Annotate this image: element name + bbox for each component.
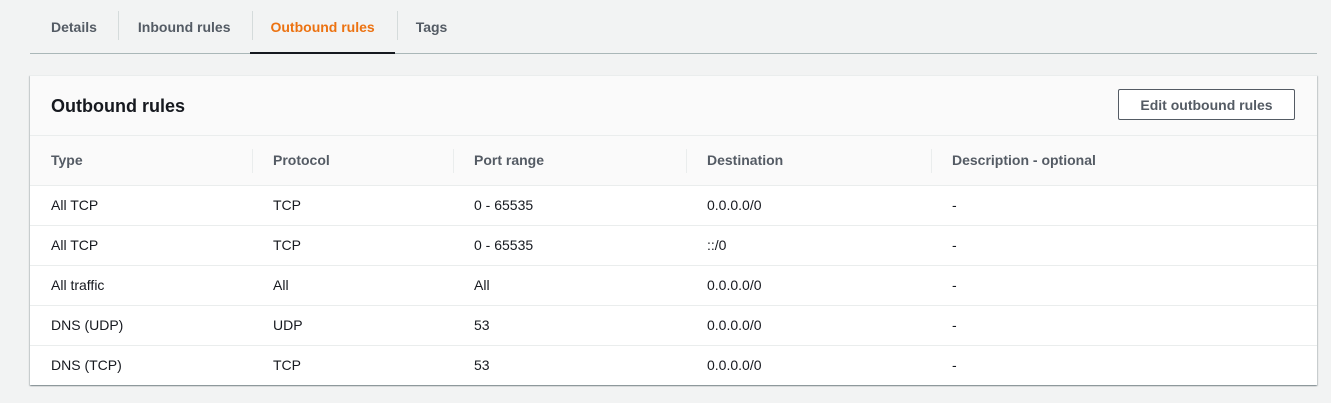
- tab-tags[interactable]: Tags: [395, 0, 468, 53]
- cell-port-range: 53: [474, 357, 490, 374]
- cell-protocol: TCP: [273, 357, 301, 374]
- table-row: All TCP TCP 0 - 65535 0.0.0.0/0 -: [30, 185, 1317, 226]
- tab-bar: Details Inbound rules Outbound rules Tag…: [30, 0, 1317, 54]
- column-header-destination[interactable]: Destination: [686, 136, 931, 186]
- cell-description: -: [952, 357, 957, 374]
- cell-description: -: [931, 305, 1317, 346]
- tab-label: Tags: [415, 18, 448, 35]
- tab-label: Inbound rules: [137, 18, 231, 35]
- cell-destination: 0.0.0.0/0: [686, 185, 931, 226]
- column-header-description[interactable]: Description - optional: [931, 136, 1317, 186]
- cell-protocol: TCP: [252, 225, 453, 266]
- cell-port-range: 53: [453, 305, 686, 346]
- cell-protocol: UDP: [252, 305, 453, 346]
- tab-inbound-rules[interactable]: Inbound rules: [117, 0, 251, 53]
- outbound-rules-panel: Outbound rules Edit outbound rules Type …: [30, 75, 1317, 385]
- tab-label: Outbound rules: [270, 18, 375, 35]
- cell-type: DNS (UDP): [30, 305, 252, 346]
- cell-type: All traffic: [30, 265, 252, 306]
- tab-outbound-rules[interactable]: Outbound rules: [250, 0, 395, 54]
- column-header-protocol[interactable]: Protocol: [252, 136, 453, 186]
- table-header-row: Type Protocol Port range Destination Des…: [30, 136, 1317, 186]
- column-header-port-range[interactable]: Port range: [453, 136, 686, 186]
- cell-destination: 0.0.0.0/0: [686, 265, 931, 306]
- panel-title: Outbound rules: [51, 96, 185, 116]
- column-header-type[interactable]: Type: [30, 136, 252, 186]
- tab-details[interactable]: Details: [30, 0, 117, 53]
- cell-protocol: All: [252, 265, 453, 306]
- cell-type: All TCP: [30, 225, 252, 266]
- cell-port-range: All: [453, 265, 686, 306]
- table-row: DNS (UDP) UDP 53 0.0.0.0/0 -: [30, 305, 1317, 346]
- outbound-rules-table: Type Protocol Port range Destination Des…: [30, 136, 1317, 385]
- cell-destination: ::/0: [686, 225, 931, 266]
- cell-type: All TCP: [30, 185, 252, 226]
- table-row: DNS (TCP) TCP 53 0.0.0.0/0 -: [30, 345, 1317, 385]
- cell-destination: 0.0.0.0/0: [686, 305, 931, 346]
- edit-outbound-rules-button[interactable]: Edit outbound rules: [1118, 89, 1295, 120]
- panel-header: Outbound rules Edit outbound rules: [30, 76, 1317, 136]
- cell-description: -: [931, 185, 1317, 226]
- cell-destination: 0.0.0.0/0: [707, 357, 762, 374]
- cell-type: DNS (TCP): [51, 357, 122, 374]
- cell-port-range: 0 - 65535: [453, 225, 686, 266]
- table-row: All TCP TCP 0 - 65535 ::/0 -: [30, 225, 1317, 266]
- cell-description: -: [931, 265, 1317, 306]
- cell-protocol: TCP: [252, 185, 453, 226]
- cell-description: -: [931, 225, 1317, 266]
- table-row: All traffic All All 0.0.0.0/0 -: [30, 265, 1317, 306]
- cell-port-range: 0 - 65535: [453, 185, 686, 226]
- tab-label: Details: [51, 18, 97, 35]
